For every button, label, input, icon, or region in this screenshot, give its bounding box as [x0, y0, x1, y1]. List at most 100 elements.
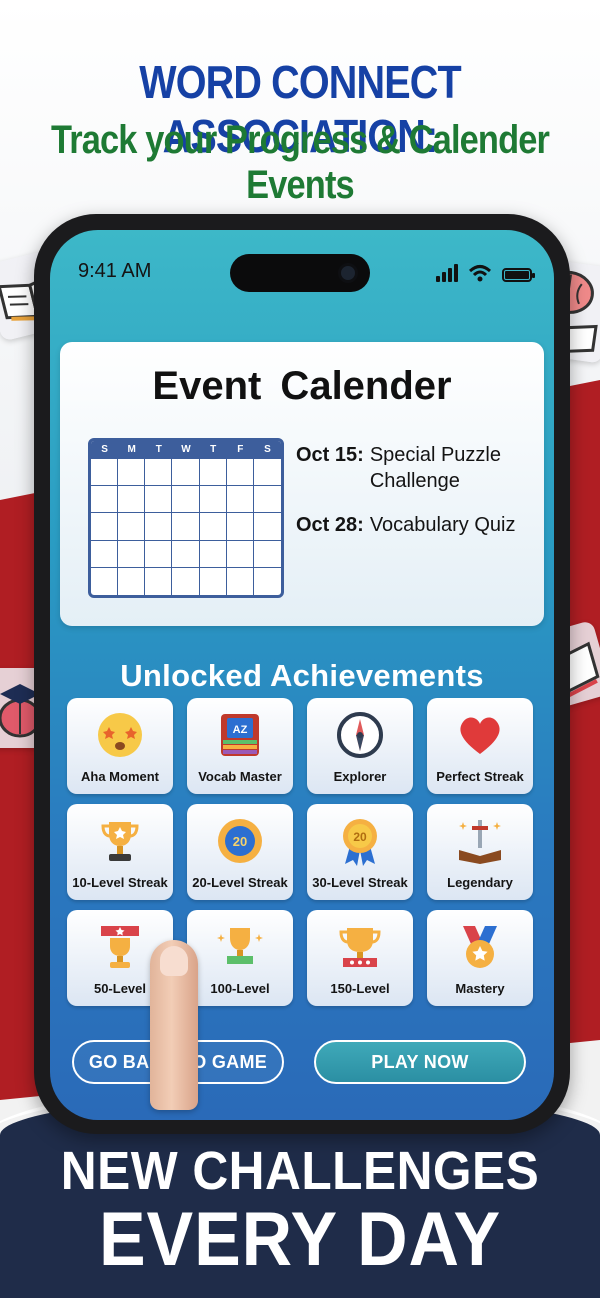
svg-text:AZ: AZ: [233, 724, 248, 736]
calendar-day-cell[interactable]: [118, 459, 146, 487]
achievement-10-level-streak[interactable]: 10-Level Streak: [67, 804, 173, 900]
calendar-day-cell[interactable]: [253, 513, 281, 541]
medal-icon: [463, 926, 497, 968]
calendar-weekday: W: [181, 444, 191, 455]
sword-in-book-icon: [459, 820, 501, 864]
event-item[interactable]: Oct 28: Vocabulary Quiz: [296, 512, 536, 538]
event-calendar-title: Event Calender: [152, 364, 452, 408]
trophy-stars-icon: [339, 928, 381, 967]
achievement-label: 150-Level: [330, 981, 390, 996]
achievement-30-level-streak[interactable]: 20 30-Level Streak: [307, 804, 413, 900]
event-date: Oct 28:: [296, 514, 364, 536]
star-struck-face-icon: [98, 713, 142, 757]
calendar-day-cell[interactable]: [172, 459, 200, 487]
calendar-day-cell[interactable]: [254, 568, 281, 595]
calendar-day-cell[interactable]: [172, 540, 200, 568]
calendar-grid: [91, 459, 281, 595]
achievement-vocab-master[interactable]: AZ Vocab Master: [187, 698, 293, 794]
calendar-day-cell[interactable]: [253, 486, 281, 514]
event-list: Oct 15: Special Puzzle Challenge Oct 28:…: [296, 442, 536, 556]
calendar-day-cell[interactable]: [145, 540, 173, 568]
achievement-perfect-streak[interactable]: Perfect Streak: [427, 698, 533, 794]
calendar-day-cell[interactable]: [91, 513, 119, 541]
calendar-day-cell[interactable]: [199, 540, 227, 568]
achievement-label: Vocab Master: [198, 769, 282, 784]
wifi-icon: [468, 265, 492, 282]
calendar-day-cell[interactable]: [253, 541, 281, 568]
calendar-day-cell[interactable]: [118, 486, 146, 514]
calendar-day-cell[interactable]: [200, 567, 227, 595]
achievement-label: 100-Level: [210, 981, 270, 996]
cellular-signal-icon: [436, 264, 458, 282]
calendar-weekday: T: [155, 444, 162, 455]
calendar-day-cell[interactable]: [91, 459, 119, 487]
event-name: Vocabulary Quiz: [369, 514, 516, 536]
achievement-mastery[interactable]: Mastery: [427, 910, 533, 1006]
achievement-legendary[interactable]: Legendary: [427, 804, 533, 900]
calendar-day-cell[interactable]: [227, 567, 254, 595]
status-time: 9:41 AM: [78, 260, 152, 282]
calendar-day-cell[interactable]: [199, 513, 227, 541]
achievement-label: Aha Moment: [81, 769, 159, 784]
achievement-150-level[interactable]: 150-Level: [307, 910, 413, 1006]
achievement-100-level[interactable]: 100-Level: [187, 910, 293, 1006]
calendar-day-cell[interactable]: [226, 486, 254, 514]
calendar-day-cell[interactable]: [145, 459, 173, 487]
calendar-day-cell[interactable]: [145, 567, 173, 595]
achievement-label: Mastery: [455, 981, 505, 996]
footer-tagline-line2: EVERY DAY: [98, 1197, 502, 1282]
promo-subheadline: Track your Progress & Calender Events: [50, 118, 550, 207]
achievements-title: Unlocked Achievements: [120, 658, 484, 693]
compass-icon: [337, 712, 383, 758]
trophy-banner-icon: [101, 926, 139, 968]
event-date: Oct 15:: [296, 444, 364, 466]
calendar-weekday: M: [127, 444, 136, 455]
achievement-20-level-streak[interactable]: 20 20-Level Streak: [187, 804, 293, 900]
calendar-day-cell[interactable]: [145, 486, 173, 514]
mini-calendar: SMTWTFS: [88, 438, 284, 598]
calendar-day-cell[interactable]: [145, 513, 173, 541]
phone-screen: 9:41 AM Event Calender S M T W T F S Oct 15: S…: [50, 230, 554, 1120]
calendar-day-cell[interactable]: [91, 486, 119, 514]
calendar-day-cell[interactable]: [172, 486, 200, 514]
event-item[interactable]: Oct 15: Special Puzzle Challenge: [296, 442, 536, 494]
play-now-button[interactable]: PLAY NOW: [314, 1040, 526, 1084]
calendar-day-cell[interactable]: [199, 459, 227, 487]
achievements-grid: Aha Moment AZ Vocab Master Explorer Perf…: [67, 698, 539, 1006]
calendar-day-cell[interactable]: [226, 459, 254, 487]
calendar-day-cell[interactable]: [253, 459, 281, 487]
ribbon-20-icon: 20: [343, 819, 377, 866]
badge-20-icon: 20: [218, 819, 262, 863]
camera-icon: [338, 263, 358, 283]
calendar-weekday: S: [101, 444, 108, 455]
trophy-icon: [101, 822, 139, 861]
achievement-label: Perfect Streak: [436, 769, 524, 784]
calendar-weekday: S: [264, 444, 271, 455]
calendar-weekday-header: SMTWTFS: [91, 441, 281, 459]
phone-frame: 9:41 AM Event Calender S M T W T F S Oct 15: S…: [34, 214, 570, 1134]
battery-icon: [502, 268, 535, 282]
achievement-label: 20-Level Streak: [192, 875, 288, 890]
calendar-weekday: F: [237, 444, 244, 455]
calendar-day-cell[interactable]: [118, 567, 146, 595]
pointing-finger: [150, 940, 198, 1110]
achievement-label: Legendary: [447, 875, 513, 890]
calendar-day-cell[interactable]: [118, 540, 146, 568]
calendar-day-cell[interactable]: [226, 540, 254, 568]
calendar-day-cell[interactable]: [118, 513, 146, 541]
achievement-explorer[interactable]: Explorer: [307, 698, 413, 794]
calendar-day-cell[interactable]: [91, 567, 119, 595]
calendar-day-cell[interactable]: [226, 513, 254, 541]
event-name: Special Puzzle Challenge: [369, 444, 501, 492]
calendar-day-cell[interactable]: [172, 513, 200, 541]
achievement-aha-moment[interactable]: Aha Moment: [67, 698, 173, 794]
calendar-day-cell[interactable]: [199, 486, 227, 514]
heart-icon: [460, 717, 500, 754]
calendar-day-cell[interactable]: [91, 540, 119, 568]
dynamic-island: [230, 254, 370, 292]
calendar-weekday: T: [210, 444, 217, 455]
badge-number: 20: [353, 830, 367, 844]
calendar-day-cell[interactable]: [172, 567, 200, 595]
badge-number: 20: [233, 834, 247, 849]
achievement-label: 10-Level Streak: [72, 875, 168, 890]
